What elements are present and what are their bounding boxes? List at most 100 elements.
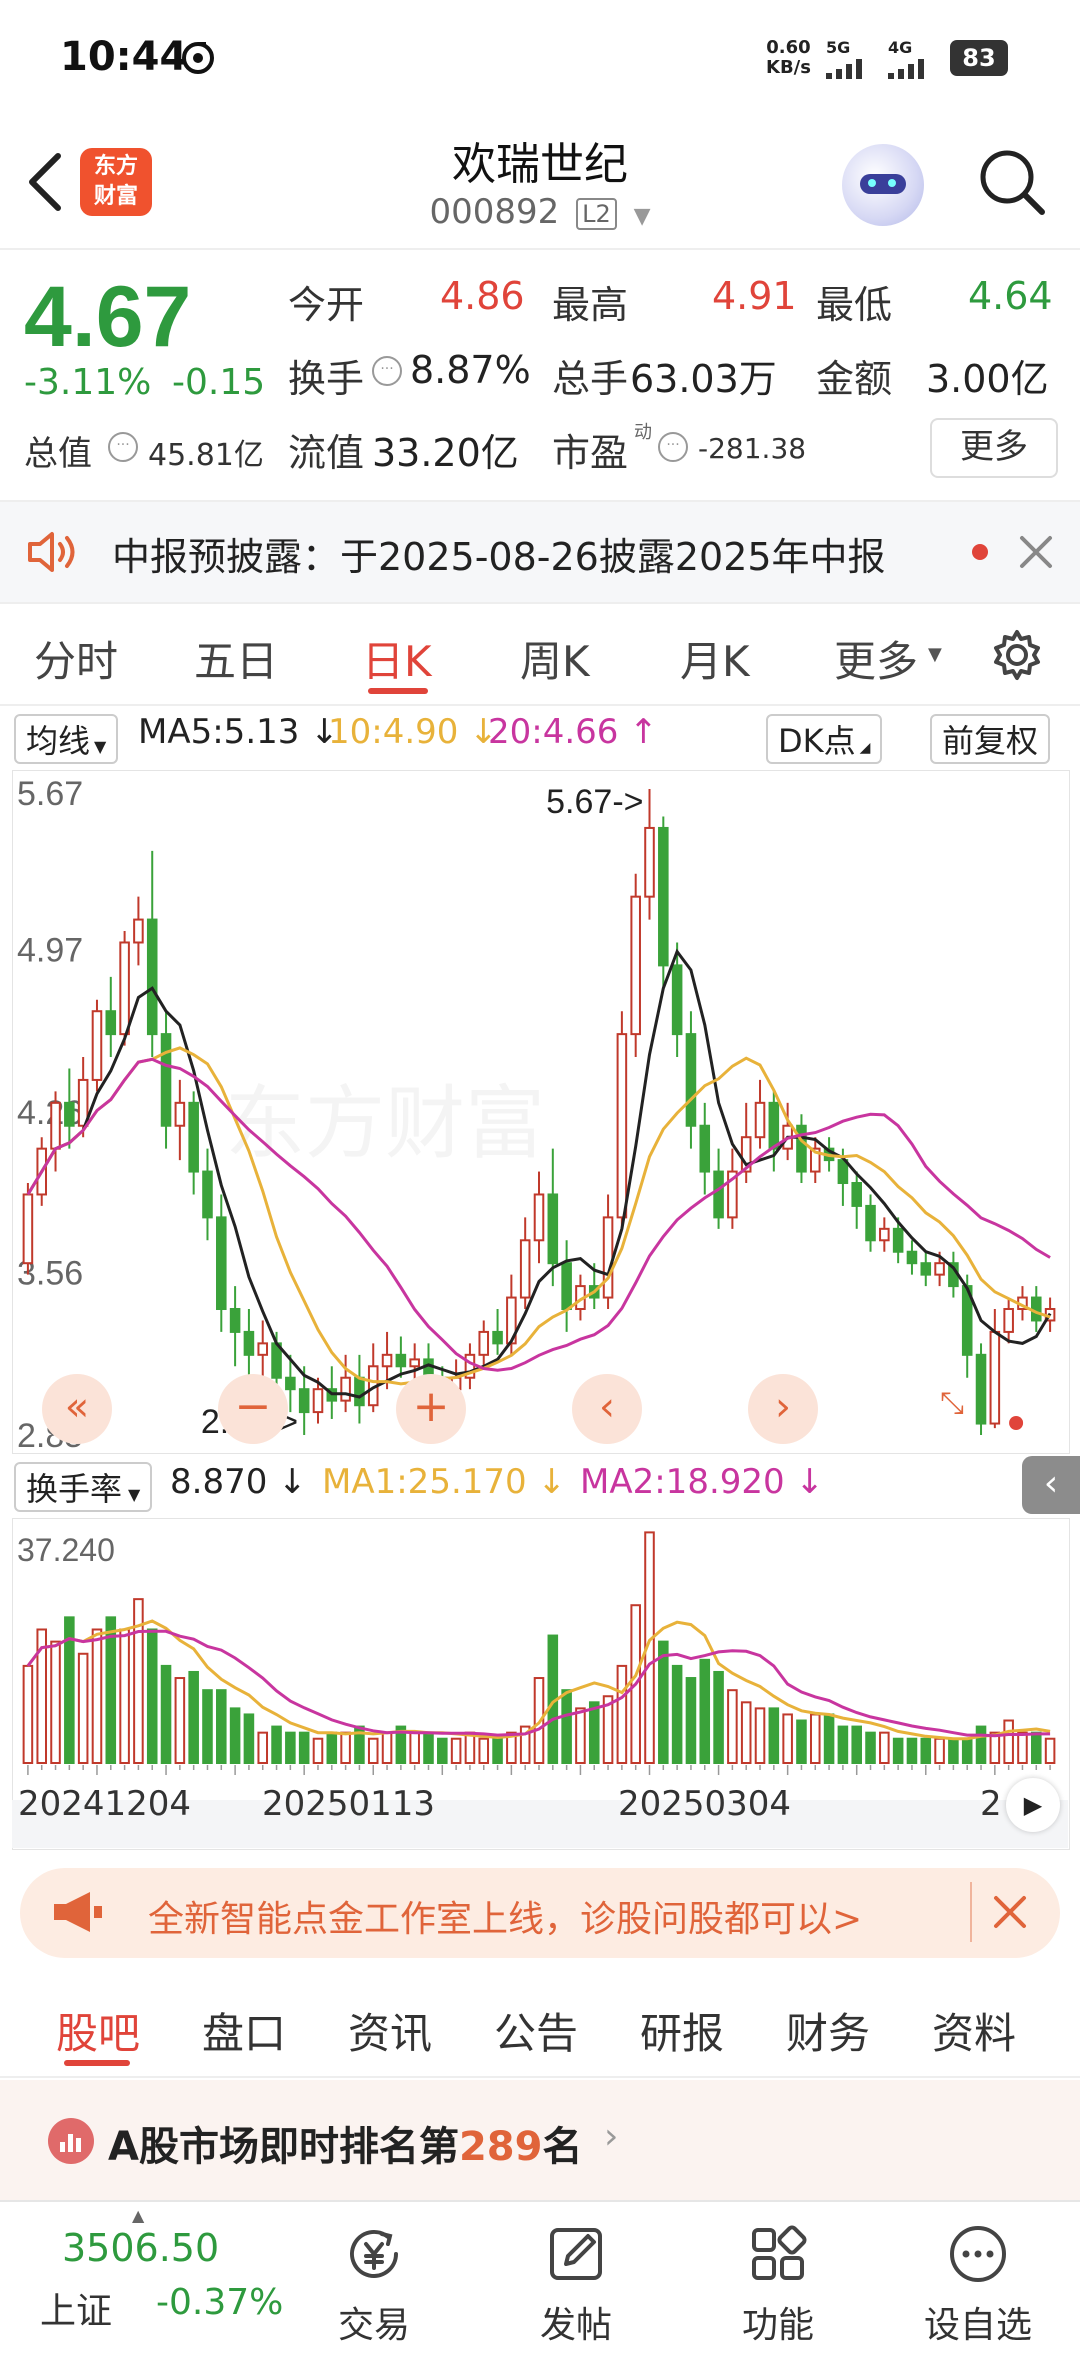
- nav-add-watchlist[interactable]: 设自选: [918, 2222, 1038, 2348]
- nav-post[interactable]: 发帖: [516, 2222, 636, 2348]
- tab-more[interactable]: 更多: [834, 628, 918, 689]
- pe-value: -281.38: [698, 432, 807, 465]
- close-icon[interactable]: [990, 1892, 1030, 1936]
- kline-chart[interactable]: 东方财富 5.674.974.263.562.855.67->2.85->: [12, 770, 1070, 1455]
- nav-trade[interactable]: 交易: [314, 2222, 434, 2348]
- play-icon[interactable]: ▶: [1006, 1778, 1060, 1832]
- turnover-bar-down: [948, 1737, 959, 1764]
- notice-bar[interactable]: 中报预披露：于2025-08-26披露2025年中报: [0, 500, 1080, 604]
- turnover-label: 换手: [288, 357, 365, 401]
- candle-down: [492, 1330, 503, 1345]
- zoom-in-icon[interactable]: +: [396, 1374, 466, 1444]
- tab-orderbook[interactable]: 盘口: [202, 2000, 286, 2061]
- tab-monthly-k[interactable]: 月K: [680, 628, 750, 689]
- indicator-selector[interactable]: 换手率 ▼: [14, 1462, 153, 1512]
- candle-up: [754, 1101, 766, 1139]
- turnover-bar-up: [174, 1677, 186, 1764]
- close-icon[interactable]: [1016, 532, 1056, 576]
- candle-up: [519, 1239, 531, 1299]
- turnover-bar-up: [409, 1731, 420, 1764]
- unread-dot: [972, 544, 988, 560]
- turnover-bar-up: [340, 1731, 351, 1764]
- turnover-bar-up: [1003, 1719, 1014, 1764]
- candle-down: [105, 1010, 117, 1036]
- info-icon[interactable]: ···: [108, 432, 138, 462]
- low-value: 4.64: [968, 274, 1053, 318]
- turnover-bar-up: [450, 1737, 462, 1764]
- collapse-panel-icon[interactable]: ‹: [1022, 1456, 1080, 1514]
- turnover-bar-up: [50, 1640, 61, 1764]
- low-label: 最低: [816, 283, 893, 327]
- candle-up: [478, 1330, 490, 1356]
- chevron-right-icon: ›: [604, 2116, 619, 2157]
- battery-icon: 83: [950, 40, 1008, 76]
- promo-banner[interactable]: 全新智能点金工作室上线，诊股问股都可以>: [20, 1868, 1060, 1958]
- candle-down: [920, 1262, 932, 1276]
- index-value[interactable]: 3506.50: [62, 2226, 219, 2270]
- turnover-bar-up: [934, 1737, 945, 1764]
- candle-down: [285, 1376, 296, 1391]
- turnover-bar-down: [188, 1670, 199, 1765]
- candle-down: [243, 1330, 255, 1356]
- scroll-right-icon[interactable]: ›: [748, 1374, 818, 1444]
- tab-profile[interactable]: 资料: [932, 2000, 1016, 2061]
- trade-icon: [350, 2229, 398, 2278]
- scroll-left-icon[interactable]: ‹: [572, 1374, 642, 1444]
- candle-down: [229, 1308, 241, 1333]
- turnover-bar-up: [575, 1707, 586, 1765]
- status-bar: 10:44 0.60 KB/s 5G 4G 83: [0, 0, 1080, 120]
- turnover-bar-up: [616, 1664, 628, 1764]
- index-name[interactable]: 上证: [40, 2282, 112, 2334]
- search-icon[interactable]: [976, 146, 1048, 222]
- candle-up: [989, 1330, 1001, 1425]
- tab-financials[interactable]: 财务: [786, 2000, 870, 2061]
- candle-down: [64, 1101, 75, 1127]
- promo-text: 全新智能点金工作室上线，诊股问股都可以>: [148, 1899, 863, 1940]
- turnover-bar-up: [809, 1713, 821, 1765]
- more-button[interactable]: 更多: [930, 418, 1058, 478]
- scroll-left-fast-icon[interactable]: «: [42, 1374, 112, 1444]
- tab-intraday[interactable]: 分时: [34, 628, 118, 689]
- rank-bar[interactable]: A股市场即时排名第289名 ›: [0, 2080, 1080, 2200]
- candle-up: [133, 918, 144, 944]
- tab-weekly-k[interactable]: 周K: [520, 628, 590, 689]
- candle-down: [865, 1204, 876, 1242]
- robot-assistant-icon[interactable]: [842, 144, 924, 226]
- info-icon[interactable]: ···: [372, 356, 402, 386]
- nav-functions[interactable]: 功能: [718, 2222, 838, 2348]
- ma-selector[interactable]: 均线 ▼: [14, 714, 119, 764]
- turnover-bar-up: [1044, 1737, 1056, 1764]
- turnover-bar-down: [837, 1725, 849, 1764]
- zoom-out-icon[interactable]: −: [218, 1374, 288, 1444]
- caret-down-icon: ▼: [94, 737, 107, 756]
- turnover-bar-down: [671, 1664, 683, 1764]
- tab-announcements[interactable]: 公告: [494, 2000, 578, 2061]
- fullscreen-icon[interactable]: ⤡: [940, 1386, 964, 1421]
- volume-label: 总手: [552, 357, 629, 401]
- candle-up: [1003, 1308, 1014, 1333]
- amount-value: 3.00亿: [926, 357, 1049, 401]
- turnover-bar-down: [243, 1713, 255, 1765]
- tab-5day[interactable]: 五日: [194, 628, 278, 689]
- sync-icon: [180, 40, 216, 80]
- adjust-button[interactable]: 前复权: [930, 714, 1051, 764]
- turnover-bar-down: [160, 1664, 172, 1764]
- tab-research[interactable]: 研报: [640, 2000, 724, 2061]
- turnover-bar-down: [658, 1640, 669, 1764]
- date-label: 2: [980, 1784, 1002, 1824]
- tab-forum[interactable]: 股吧: [56, 2000, 140, 2061]
- float-value: 33.20亿: [372, 431, 519, 475]
- turnover-bar-down: [851, 1725, 862, 1764]
- index-change[interactable]: -0.37%: [156, 2282, 283, 2323]
- tab-daily-k[interactable]: 日K: [362, 628, 432, 689]
- gear-icon[interactable]: [990, 628, 1044, 686]
- dk-point-button[interactable]: DK点 ◢: [766, 714, 883, 764]
- turnover-bar-down: [298, 1731, 310, 1764]
- open-label: 今开: [288, 283, 365, 327]
- turnover-bar-up: [464, 1731, 476, 1764]
- info-icon[interactable]: ···: [658, 432, 688, 462]
- amount-label: 金额: [816, 357, 893, 401]
- candle-down: [975, 1353, 987, 1425]
- tab-news[interactable]: 资讯: [348, 2000, 432, 2061]
- bottom-nav: ▲ 3506.50 上证 -0.37% 交易 发帖 功能 设自选: [0, 2200, 1080, 2378]
